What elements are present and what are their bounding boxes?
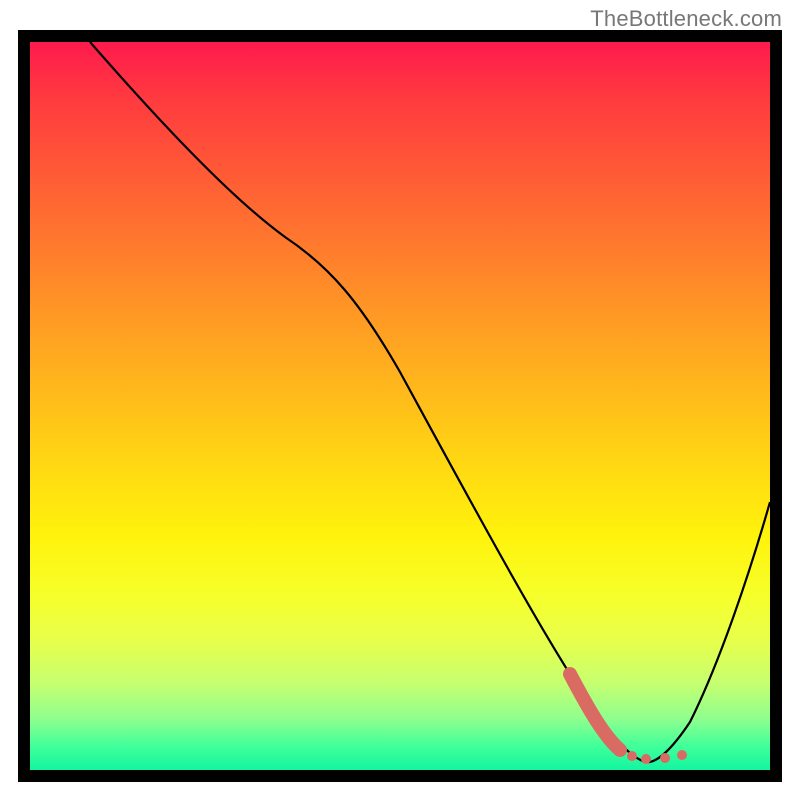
- plot-frame: [18, 30, 782, 782]
- plot-area: [30, 42, 770, 770]
- curve-svg: [30, 42, 770, 770]
- highlight-dots: [627, 750, 687, 764]
- bottleneck-curve: [90, 42, 770, 762]
- watermark-text: TheBottleneck.com: [590, 6, 782, 32]
- chart-container: TheBottleneck.com: [0, 0, 800, 800]
- highlight-segment: [570, 674, 620, 750]
